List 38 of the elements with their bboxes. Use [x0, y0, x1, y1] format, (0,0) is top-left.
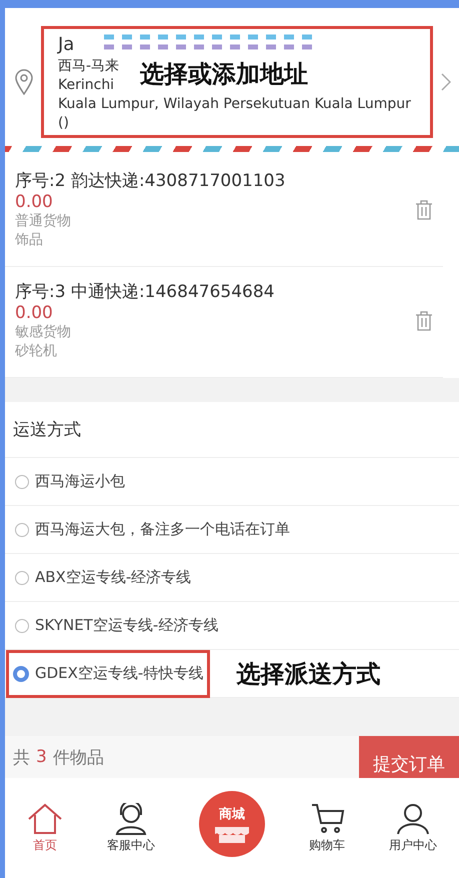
cargo-type: 敏感货物 — [15, 323, 72, 342]
headset-icon — [113, 802, 149, 834]
user-icon — [395, 802, 431, 834]
cart-icon — [309, 802, 345, 834]
nav-tab[interactable]: 首页 — [27, 802, 63, 854]
item-name: 砂轮机 — [15, 342, 58, 361]
cargo-type: 普通货物 — [15, 212, 72, 231]
section-heading: 运送方式 — [5, 402, 459, 458]
radio-button[interactable] — [15, 618, 29, 632]
submit-order-button[interactable]: 提交订单 — [359, 736, 459, 778]
radio-button[interactable] — [15, 522, 29, 536]
shipping-option-label[interactable]: 西马海运大包，备注多一个电话在订单 — [35, 520, 290, 539]
item-name: 饰品 — [15, 231, 44, 250]
shipping-option-label[interactable]: SKYNET空运专线-经济专线 — [35, 616, 218, 635]
radio-button[interactable] — [13, 666, 29, 682]
nav-tab[interactable]: 客服中心 — [107, 802, 155, 854]
shipping-option-label[interactable]: ABX空运专线-经济专线 — [35, 568, 192, 587]
item-count-text: 共 3 件物品 — [12, 746, 105, 770]
trash-icon[interactable] — [415, 200, 433, 220]
home-icon — [27, 802, 63, 834]
chevron-right-icon[interactable] — [441, 73, 451, 91]
address-line: 西马-马来 — [58, 57, 120, 76]
recipient-name: Ja — [58, 33, 74, 57]
trash-icon[interactable] — [415, 311, 433, 331]
address-line: Kerinchi — [58, 76, 114, 95]
annotation-label: 选择派送方式 — [236, 658, 380, 690]
mall-tab[interactable]: 商城 — [199, 791, 265, 857]
shipping-option-label[interactable]: 西马海运小包 — [35, 472, 125, 491]
nav-tab[interactable]: 用户中心 — [389, 802, 437, 854]
radio-button[interactable] — [15, 570, 29, 584]
parcel-price: 0.00 — [15, 192, 54, 212]
nav-tab[interactable]: 购物车 — [309, 802, 345, 854]
radio-button[interactable] — [15, 474, 29, 488]
parcel-price: 0.00 — [15, 303, 54, 323]
parcel-title: 序号:3 中通快递:146847654684 — [15, 281, 276, 303]
location-pin-icon — [15, 69, 33, 95]
parcel-title: 序号:2 韵达快递:4308717001103 — [15, 170, 286, 192]
address-line: Kuala Lumpur, Wilayah Persekutuan Kuala Lumpur () — [58, 95, 412, 133]
